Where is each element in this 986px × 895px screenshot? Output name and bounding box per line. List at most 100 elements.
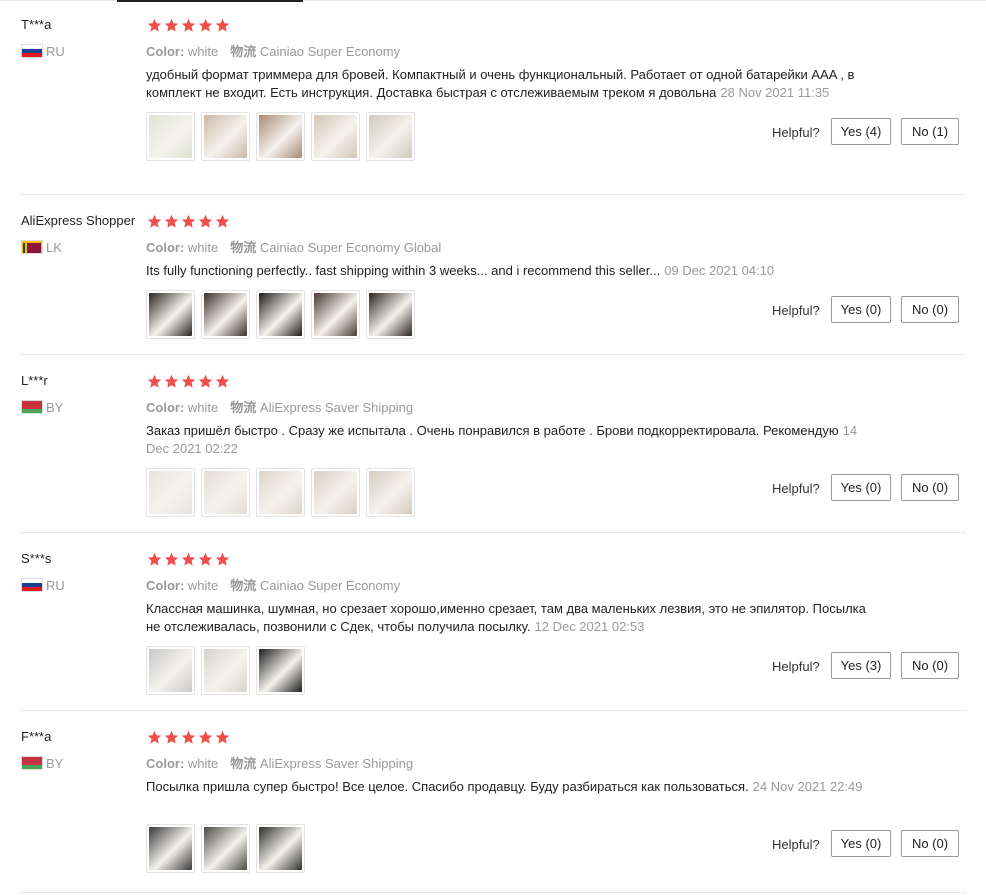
reviewer-country: LK (21, 239, 62, 255)
review-photo[interactable] (146, 824, 195, 873)
belarus-flag-icon (21, 756, 43, 770)
star-icon (215, 374, 230, 389)
country-code: LK (46, 239, 62, 255)
review-divider (20, 892, 966, 893)
helpful-label: Helpful? (772, 659, 820, 674)
review-date: 09 Dec 2021 04:10 (664, 263, 775, 278)
star-icon (198, 18, 213, 33)
star-icon (164, 374, 179, 389)
review-photo[interactable] (201, 112, 250, 161)
star-rating (147, 18, 230, 33)
review-date: 12 Dec 2021 02:53 (534, 619, 645, 634)
helpful-label: Helpful? (772, 837, 820, 852)
shipping-value: AliExpress Saver Shipping (259, 400, 414, 415)
review-body: Its fully functioning perfectly.. fast s… (146, 263, 661, 278)
helpful-no-button[interactable]: No (0) (901, 474, 959, 501)
reviewer-name: S***s (21, 551, 52, 566)
color-label: Color: (146, 578, 185, 593)
helpful-yes-button[interactable]: Yes (0) (831, 474, 891, 501)
review-photo[interactable] (146, 112, 195, 161)
helpful-no-button[interactable]: No (0) (901, 296, 959, 323)
belarus-flag-icon (21, 400, 43, 414)
color-value: white (187, 756, 219, 771)
review-photo[interactable] (146, 468, 195, 517)
shipping-label: 物流 (230, 240, 257, 255)
country-code: BY (46, 755, 64, 771)
review-photo[interactable] (256, 646, 305, 695)
star-icon (215, 552, 230, 567)
color-value: white (187, 578, 219, 593)
star-icon (164, 214, 179, 229)
shipping-label: 物流 (230, 578, 257, 593)
reviewer-name: AliExpress Shopper (21, 213, 136, 228)
review-photo[interactable] (311, 112, 360, 161)
shipping-value: Cainiao Super Economy Global (259, 240, 442, 255)
review-photo[interactable] (366, 112, 415, 161)
helpful-yes-button[interactable]: Yes (0) (831, 830, 891, 857)
star-icon (198, 552, 213, 567)
star-icon (215, 730, 230, 745)
review-body: Заказ пришёл быстро . Сразу же испытала … (146, 423, 839, 438)
review-text: Посылка пришла супер быстро! Все целое. … (146, 778, 866, 796)
country-code: BY (46, 399, 64, 415)
helpful-yes-button[interactable]: Yes (0) (831, 296, 891, 323)
star-icon (181, 18, 196, 33)
review-photo[interactable] (256, 468, 305, 517)
review-photos (146, 290, 415, 339)
review-divider (20, 194, 966, 195)
star-icon (147, 730, 162, 745)
review-divider (20, 532, 966, 533)
review-photo[interactable] (201, 824, 250, 873)
review-text: Заказ пришёл быстро . Сразу же испытала … (146, 422, 866, 458)
shipping-label: 物流 (230, 400, 257, 415)
review-meta: Color: white 物流 AliExpress Saver Shipping (146, 397, 413, 416)
sri-lanka-flag-icon (21, 240, 43, 254)
review-photo[interactable] (256, 290, 305, 339)
star-icon (164, 18, 179, 33)
reviewer-name: F***a (21, 729, 52, 744)
star-icon (215, 18, 230, 33)
review-photos (146, 468, 415, 517)
review-photos (146, 646, 305, 695)
review-photo[interactable] (366, 468, 415, 517)
review-photo[interactable] (256, 824, 305, 873)
country-code: RU (46, 43, 65, 59)
helpful-yes-button[interactable]: Yes (3) (831, 652, 891, 679)
active-tab-indicator (117, 0, 303, 2)
helpful-no-button[interactable]: No (0) (901, 830, 959, 857)
star-icon (147, 214, 162, 229)
review-date: 28 Nov 2021 11:35 (720, 85, 830, 100)
reviewer-country: RU (21, 578, 65, 593)
star-icon (181, 374, 196, 389)
helpful-no-button[interactable]: No (0) (901, 652, 959, 679)
star-icon (198, 730, 213, 745)
review-photo[interactable] (256, 112, 305, 161)
star-icon (215, 214, 230, 229)
review-photo[interactable] (201, 468, 250, 517)
review-body: Посылка пришла супер быстро! Все целое. … (146, 779, 749, 794)
star-icon (164, 552, 179, 567)
star-icon (181, 214, 196, 229)
shipping-label: 物流 (230, 44, 257, 59)
color-label: Color: (146, 756, 185, 771)
review-photo[interactable] (311, 290, 360, 339)
shipping-value: Cainiao Super Economy (259, 578, 401, 593)
star-icon (198, 374, 213, 389)
review-photo[interactable] (366, 290, 415, 339)
review-body: Классная машинка, шумная, но срезает хор… (146, 601, 866, 634)
helpful-yes-button[interactable]: Yes (4) (831, 118, 891, 145)
review-divider (20, 354, 966, 355)
review-photo[interactable] (146, 290, 195, 339)
review-photo[interactable] (146, 646, 195, 695)
review-text: удобный формат триммера для бровей. Комп… (146, 66, 866, 102)
reviewer-name: T***a (21, 17, 52, 32)
review-photo[interactable] (201, 290, 250, 339)
russia-flag-icon (21, 44, 43, 58)
star-rating (147, 552, 230, 567)
review-photo[interactable] (201, 646, 250, 695)
star-rating (147, 730, 230, 745)
helpful-no-button[interactable]: No (1) (901, 118, 959, 145)
helpful-label: Helpful? (772, 481, 820, 496)
review-photo[interactable] (311, 468, 360, 517)
review-meta: Color: white 物流 Cainiao Super Economy (146, 41, 400, 60)
